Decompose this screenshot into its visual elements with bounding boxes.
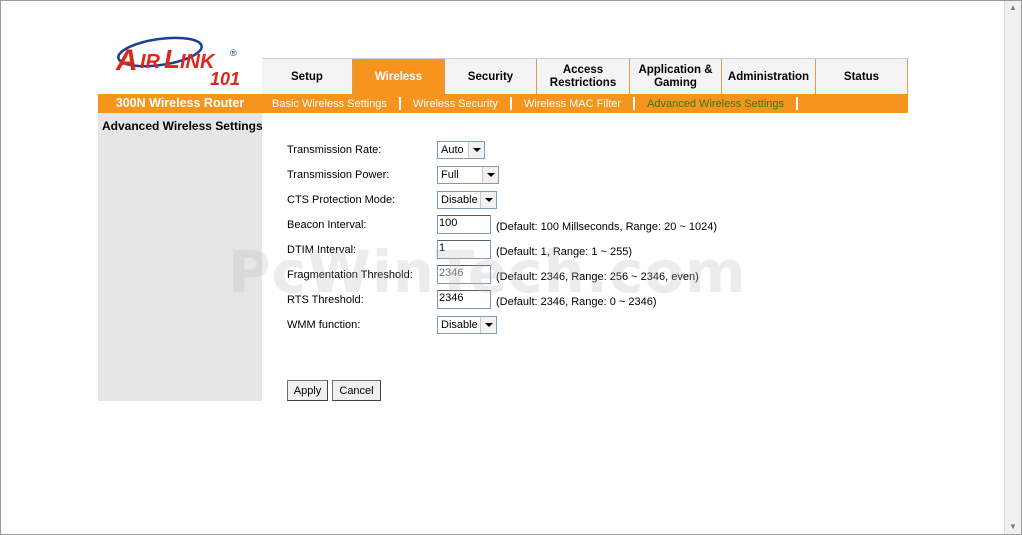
wmm-function-label: WMM function:	[287, 319, 361, 331]
fragmentation-threshold-label: Fragmentation Threshold:	[287, 269, 413, 281]
svg-text:A: A	[115, 44, 138, 77]
transmission-rate-select[interactable]: Auto	[437, 141, 485, 159]
cancel-button[interactable]: Cancel	[332, 380, 381, 401]
main-tabs: Setup Wireless Security Access Restricti…	[262, 58, 908, 95]
transmission-power-label: Transmission Power:	[287, 169, 390, 181]
subnav-divider	[509, 97, 512, 110]
dtim-interval-label: DTIM Interval:	[287, 244, 357, 256]
beacon-interval-label: Beacon Interval:	[287, 219, 367, 231]
subnav-advanced-wireless-settings[interactable]: Advanced Wireless Settings	[647, 98, 784, 110]
chevron-down-icon[interactable]	[480, 192, 496, 208]
subnav-wireless-mac-filter[interactable]: Wireless MAC Filter	[524, 98, 621, 110]
subnav-divider	[633, 97, 636, 110]
tab-security[interactable]: Security	[445, 59, 537, 95]
airlink-logo: A IR L INK ® 101	[112, 30, 252, 89]
transmission-power-select[interactable]: Full	[437, 166, 499, 184]
apply-button[interactable]: Apply	[287, 380, 328, 401]
dtim-interval-input[interactable]: 1	[437, 240, 491, 259]
scroll-up-arrow-icon[interactable]: ▲	[1005, 1, 1021, 15]
tab-wireless[interactable]: Wireless	[353, 59, 445, 95]
chevron-down-icon[interactable]	[468, 142, 484, 158]
cts-protection-select[interactable]: Disable	[437, 191, 497, 209]
tab-administration[interactable]: Administration	[722, 59, 816, 95]
cts-protection-label: CTS Protection Mode:	[287, 194, 396, 206]
scroll-down-arrow-icon[interactable]: ▼	[1005, 520, 1021, 534]
side-panel	[98, 113, 262, 401]
transmission-rate-label: Transmission Rate:	[287, 144, 382, 156]
beacon-interval-input[interactable]: 100	[437, 215, 491, 234]
vertical-scrollbar[interactable]: ▲ ▼	[1004, 1, 1021, 534]
tab-access-restrictions[interactable]: Access Restrictions	[537, 59, 630, 95]
fragmentation-threshold-input[interactable]: 2346	[437, 265, 491, 284]
beacon-interval-hint: (Default: 100 Millseconds, Range: 20 ~ 1…	[496, 221, 718, 233]
subnav-divider	[398, 97, 401, 110]
router-model-title: 300N Wireless Router	[115, 96, 245, 110]
svg-text:®: ®	[230, 48, 237, 58]
section-title: Advanced Wireless Settings	[102, 119, 263, 133]
wmm-function-select[interactable]: Disable	[437, 316, 497, 334]
svg-text:L: L	[164, 44, 180, 74]
dtim-interval-hint: (Default: 1, Range: 1 ~ 255)	[496, 246, 633, 258]
chevron-down-icon[interactable]	[482, 167, 498, 183]
subnav: Basic Wireless Settings Wireless Securit…	[272, 94, 810, 113]
subnav-wireless-security[interactable]: Wireless Security	[413, 98, 498, 110]
tab-application-gaming[interactable]: Application & Gaming	[630, 59, 722, 95]
svg-text:IR: IR	[140, 51, 161, 73]
svg-text:101: 101	[210, 69, 240, 88]
fragmentation-threshold-hint: (Default: 2346, Range: 256 ~ 2346, even)	[496, 271, 699, 283]
rts-threshold-hint: (Default: 2346, Range: 0 ~ 2346)	[496, 296, 657, 308]
tab-setup[interactable]: Setup	[262, 59, 353, 95]
subnav-basic-wireless-settings[interactable]: Basic Wireless Settings	[272, 98, 387, 110]
tab-status[interactable]: Status	[816, 59, 908, 95]
chevron-down-icon[interactable]	[480, 317, 496, 333]
rts-threshold-input[interactable]: 2346	[437, 290, 491, 309]
rts-threshold-label: RTS Threshold:	[287, 294, 364, 306]
subnav-divider	[796, 97, 799, 110]
